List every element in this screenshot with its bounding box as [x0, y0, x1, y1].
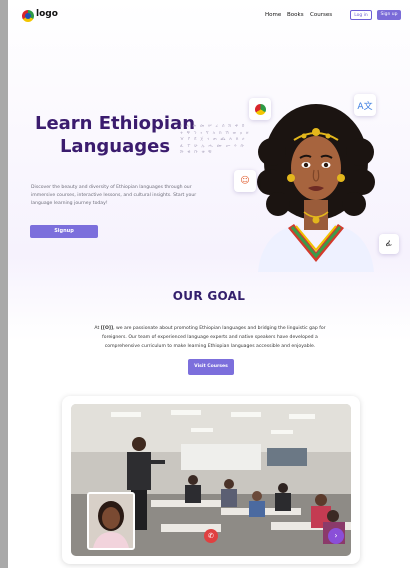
video-call-card: ✆ › — [62, 396, 360, 564]
ethiopic-letter-card: ፊ — [379, 234, 399, 254]
signup-button-top[interactable]: Sign up — [377, 10, 401, 20]
goal-brand: [[O]] — [100, 326, 114, 331]
logo-icon[interactable] — [22, 10, 34, 22]
hero-title-line2: Languages — [59, 136, 171, 157]
hero-illustration — [248, 99, 378, 272]
cultural-insights-card: ☺ — [234, 170, 256, 192]
phone-hangup-icon[interactable]: ✆ — [204, 529, 218, 543]
self-view-person — [89, 494, 133, 548]
nav-home[interactable]: Home — [265, 12, 281, 18]
hero-title-line1: Learn Ethiopian — [34, 113, 196, 134]
hero-description: Discover the beauty and diversity of Eth… — [31, 185, 197, 206]
ethiopic-letter-icon: ፊ — [385, 239, 393, 249]
nav-courses[interactable]: Courses — [310, 12, 332, 18]
ethiopia-flag-card — [249, 98, 271, 120]
translate-card: A文 — [354, 94, 376, 116]
chevron-right-icon[interactable]: › — [328, 528, 344, 544]
people-icon: ☺ — [240, 176, 250, 186]
login-button[interactable]: Log in — [350, 10, 372, 20]
visit-courses-button[interactable]: Visit Courses — [188, 359, 234, 375]
landing-page: logo Home Books Courses Log in Sign up L… — [8, 0, 410, 568]
hero-title: Learn Ethiopian Languages — [30, 112, 200, 158]
hero-signup-button[interactable]: Signup — [30, 225, 98, 238]
goal-text-body: , we are passionate about promoting Ethi… — [102, 326, 326, 349]
top-navbar: logo Home Books Courses Log in Sign up — [8, 0, 410, 32]
classroom-video[interactable]: ✆ › — [71, 404, 351, 556]
ethiopia-flag-icon — [254, 103, 266, 115]
nav-books[interactable]: Books — [287, 12, 304, 18]
logo-text[interactable]: logo — [36, 9, 58, 19]
ethiopic-glyph-grid: ሀ ለ ሐ መ ሠ ረ ሰ ሸ ቀ በ ተ ቸ ኀ ነ ኘ አ ከ ኸ ወ ዐ … — [180, 124, 250, 155]
goal-title: OUR GOAL — [172, 289, 246, 303]
goal-text: At [[O]], we are passionate about promot… — [92, 324, 328, 351]
woman-illustration — [257, 99, 377, 272]
self-view-video[interactable] — [87, 492, 135, 550]
translate-icon: A文 — [357, 101, 373, 112]
